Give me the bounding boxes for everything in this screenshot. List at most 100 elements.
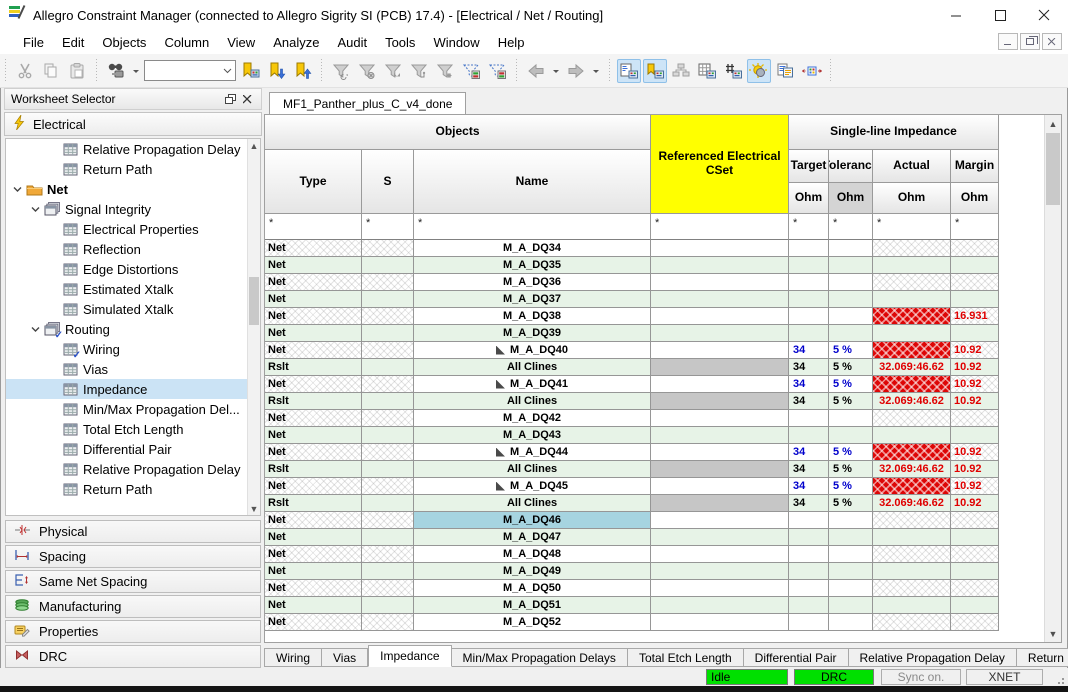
target-cell[interactable]: 34 [789, 359, 829, 376]
target-cell[interactable] [789, 410, 829, 427]
name-cell[interactable]: All Clines [414, 461, 651, 478]
name-cell[interactable]: M_A_DQ36 [414, 274, 651, 291]
filter-actual-input[interactable]: * [873, 214, 951, 240]
cset-cell[interactable] [651, 393, 789, 410]
header-s[interactable]: S [362, 150, 414, 214]
target-cell[interactable] [789, 563, 829, 580]
tab-total-etch-length[interactable]: Total Etch Length [628, 648, 744, 667]
tolerance-cell[interactable] [829, 580, 873, 597]
filter-values-icon[interactable] [485, 59, 509, 83]
s-cell[interactable] [362, 563, 414, 580]
cset-cell[interactable] [651, 614, 789, 631]
actual-cell[interactable] [873, 410, 951, 427]
find-worksheet-icon[interactable] [238, 59, 262, 83]
expand-triangle-icon[interactable] [496, 346, 505, 355]
target-cell[interactable] [789, 291, 829, 308]
menu-objects[interactable]: Objects [93, 32, 155, 53]
target-cell[interactable] [789, 529, 829, 546]
name-cell[interactable]: M_A_DQ47 [414, 529, 651, 546]
target-cell[interactable] [789, 614, 829, 631]
scroll-up-icon[interactable]: ▲ [1045, 115, 1061, 132]
show-objects-icon[interactable] [643, 59, 667, 83]
s-cell[interactable] [362, 512, 414, 529]
filter-margin-input[interactable]: * [951, 214, 999, 240]
target-cell[interactable] [789, 325, 829, 342]
cset-cell[interactable] [651, 342, 789, 359]
tolerance-cell[interactable]: 5 % [829, 444, 873, 461]
tolerance-cell[interactable] [829, 546, 873, 563]
cset-cell[interactable] [651, 359, 789, 376]
type-cell[interactable]: Rslt [265, 495, 362, 512]
cset-cell[interactable] [651, 495, 789, 512]
tree-item-estimated-xtalk[interactable]: Estimated Xtalk [6, 279, 260, 299]
actual-cell[interactable] [873, 529, 951, 546]
margin-cell[interactable] [951, 257, 999, 274]
actual-cell[interactable] [873, 597, 951, 614]
type-cell[interactable]: Net [265, 580, 362, 597]
name-cell[interactable]: M_A_DQ40 [414, 342, 651, 359]
s-cell[interactable] [362, 240, 414, 257]
s-cell[interactable] [362, 546, 414, 563]
margin-cell[interactable]: 10.92 [951, 359, 999, 376]
tree-item-relative-propagation-delay[interactable]: Relative Propagation Delay [6, 459, 260, 479]
menu-edit[interactable]: Edit [53, 32, 93, 53]
type-cell[interactable]: Net [265, 614, 362, 631]
dropdown-arrow-icon[interactable] [130, 59, 142, 83]
close-icon[interactable] [239, 91, 255, 107]
type-cell[interactable]: Net [265, 512, 362, 529]
s-cell[interactable] [362, 529, 414, 546]
s-cell[interactable] [362, 580, 414, 597]
target-cell[interactable]: 34 [789, 478, 829, 495]
margin-cell[interactable] [951, 597, 999, 614]
type-cell[interactable]: Net [265, 308, 362, 325]
grid-scroll-thumb[interactable] [1046, 133, 1060, 205]
type-cell[interactable]: Net [265, 274, 362, 291]
menu-view[interactable]: View [218, 32, 264, 53]
cset-cell[interactable] [651, 512, 789, 529]
header-target[interactable]: Target [789, 150, 829, 183]
grid-view-icon[interactable] [695, 59, 719, 83]
target-cell[interactable]: 34 [789, 495, 829, 512]
name-cell[interactable]: M_A_DQ48 [414, 546, 651, 563]
header-name[interactable]: Name [414, 150, 651, 214]
tree-item-signal-integrity[interactable]: Signal Integrity [6, 199, 260, 219]
tolerance-cell[interactable] [829, 427, 873, 444]
tree-item-return-path[interactable]: Return Path [6, 479, 260, 499]
next-bookmark-icon[interactable] [264, 59, 288, 83]
target-cell[interactable] [789, 240, 829, 257]
actual-cell[interactable] [873, 376, 951, 393]
cset-cell[interactable] [651, 529, 789, 546]
type-cell[interactable]: Net [265, 257, 362, 274]
target-cell[interactable]: 34 [789, 376, 829, 393]
tree-item-edge-distortions[interactable]: Edge Distortions [6, 259, 260, 279]
name-cell[interactable]: M_A_DQ52 [414, 614, 651, 631]
name-cell[interactable]: All Clines [414, 495, 651, 512]
highlight-icon[interactable] [747, 59, 771, 83]
margin-cell[interactable]: 10.92 [951, 495, 999, 512]
tolerance-cell[interactable] [829, 325, 873, 342]
s-cell[interactable] [362, 597, 414, 614]
margin-cell[interactable] [951, 291, 999, 308]
xnet-toggle[interactable]: XNET [966, 669, 1043, 685]
s-cell[interactable] [362, 342, 414, 359]
worksheet-tab[interactable]: MF1_Panther_plus_C_v4_done [269, 92, 466, 114]
actual-cell[interactable] [873, 325, 951, 342]
tab-min-max-propagation-delays[interactable]: Min/Max Propagation Delays [452, 648, 628, 667]
tree-item-reflection[interactable]: Reflection [6, 239, 260, 259]
actual-cell[interactable]: 32.069:46.62 [873, 393, 951, 410]
s-cell[interactable] [362, 495, 414, 512]
section-spacing[interactable]: Spacing [5, 545, 261, 568]
margin-cell[interactable]: 10.92 [951, 393, 999, 410]
tree-item-vias[interactable]: Vias [6, 359, 260, 379]
actual-cell[interactable]: 32.069:46.62 [873, 495, 951, 512]
actual-cell[interactable] [873, 580, 951, 597]
margin-cell[interactable] [951, 580, 999, 597]
cset-cell[interactable] [651, 444, 789, 461]
target-cell[interactable] [789, 274, 829, 291]
s-cell[interactable] [362, 325, 414, 342]
cset-cell[interactable] [651, 597, 789, 614]
tree-scrollbar[interactable]: ▲ ▼ [247, 139, 260, 515]
menu-column[interactable]: Column [155, 32, 218, 53]
s-cell[interactable] [362, 308, 414, 325]
margin-cell[interactable]: 10.92 [951, 444, 999, 461]
